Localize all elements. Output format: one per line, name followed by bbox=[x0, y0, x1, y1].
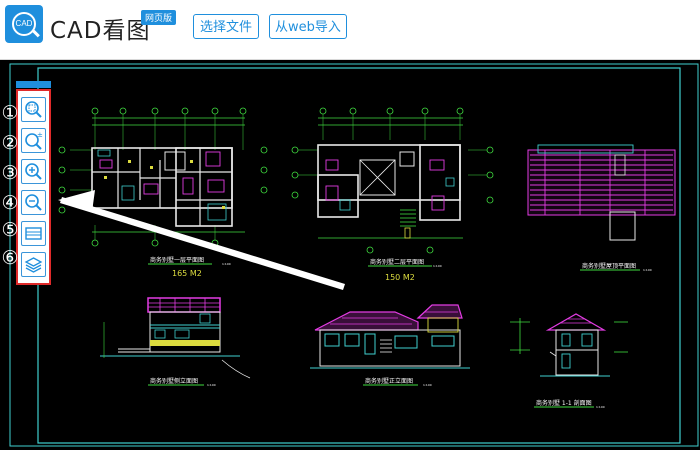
plan2-caption: 商务别墅二层平面图 bbox=[370, 258, 424, 266]
zoom-window-icon bbox=[25, 101, 42, 118]
callout-number-1: ① bbox=[1, 102, 19, 124]
svg-text:±: ± bbox=[37, 131, 43, 139]
callout-number-5: ⑤ bbox=[1, 219, 19, 241]
layers-button[interactable] bbox=[21, 252, 46, 277]
app-header: CAD CAD看图 网页版 选择文件 从web导入 bbox=[0, 0, 700, 60]
roof-caption: 商务别墅屋顶平面图 bbox=[582, 262, 636, 270]
zoom-realtime-button[interactable]: ± bbox=[21, 128, 46, 153]
zoom-out-button[interactable] bbox=[21, 190, 46, 215]
callout-number-2: ② bbox=[1, 132, 19, 154]
layers-icon bbox=[24, 257, 43, 273]
zoom-in-button[interactable] bbox=[21, 159, 46, 184]
zoom-out-icon bbox=[25, 194, 42, 211]
import-from-web-button[interactable]: 从web导入 bbox=[269, 14, 347, 39]
fit-extents-button[interactable] bbox=[21, 221, 46, 246]
callout-number-4: ④ bbox=[1, 192, 19, 214]
section-scale: 1:100 bbox=[596, 405, 605, 409]
zoom-toolbar: ± bbox=[16, 89, 51, 285]
zoom-realtime-icon: ± bbox=[25, 131, 43, 150]
zoom-in-icon bbox=[25, 163, 42, 180]
cad-drawing-canvas[interactable]: 商务别墅一层平面图 1:100 165 M2 商务别墅二层平面图 1:100 1… bbox=[0, 60, 700, 450]
logo-handle bbox=[32, 29, 40, 38]
front-scale: 1:100 bbox=[423, 383, 432, 387]
app-title: CAD看图 bbox=[50, 18, 151, 44]
plan1-scale: 1:100 bbox=[222, 262, 231, 266]
select-file-button[interactable]: 选择文件 bbox=[193, 14, 259, 39]
callout-number-3: ③ bbox=[1, 162, 19, 184]
section-caption: 商务别墅 1-1 剖面图 bbox=[536, 399, 592, 407]
fit-extents-icon bbox=[25, 227, 42, 240]
roof-scale: 1:100 bbox=[643, 268, 652, 272]
plan2-scale: 1:100 bbox=[433, 264, 442, 268]
web-version-badge: 网页版 bbox=[141, 10, 177, 25]
app-logo: CAD bbox=[5, 5, 43, 43]
callout-number-6: ⑥ bbox=[1, 247, 19, 269]
plan1-area: 165 M2 bbox=[172, 269, 202, 278]
side-scale: 1:100 bbox=[207, 383, 216, 387]
zoom-window-button[interactable] bbox=[21, 97, 46, 122]
plan2-area: 150 M2 bbox=[385, 273, 415, 282]
toolbar-header bbox=[16, 81, 51, 88]
front-caption: 商务别墅正立面图 bbox=[365, 377, 413, 385]
side-caption: 商务别墅侧立面图 bbox=[150, 377, 198, 385]
plan1-caption: 商务别墅一层平面图 bbox=[150, 256, 204, 264]
